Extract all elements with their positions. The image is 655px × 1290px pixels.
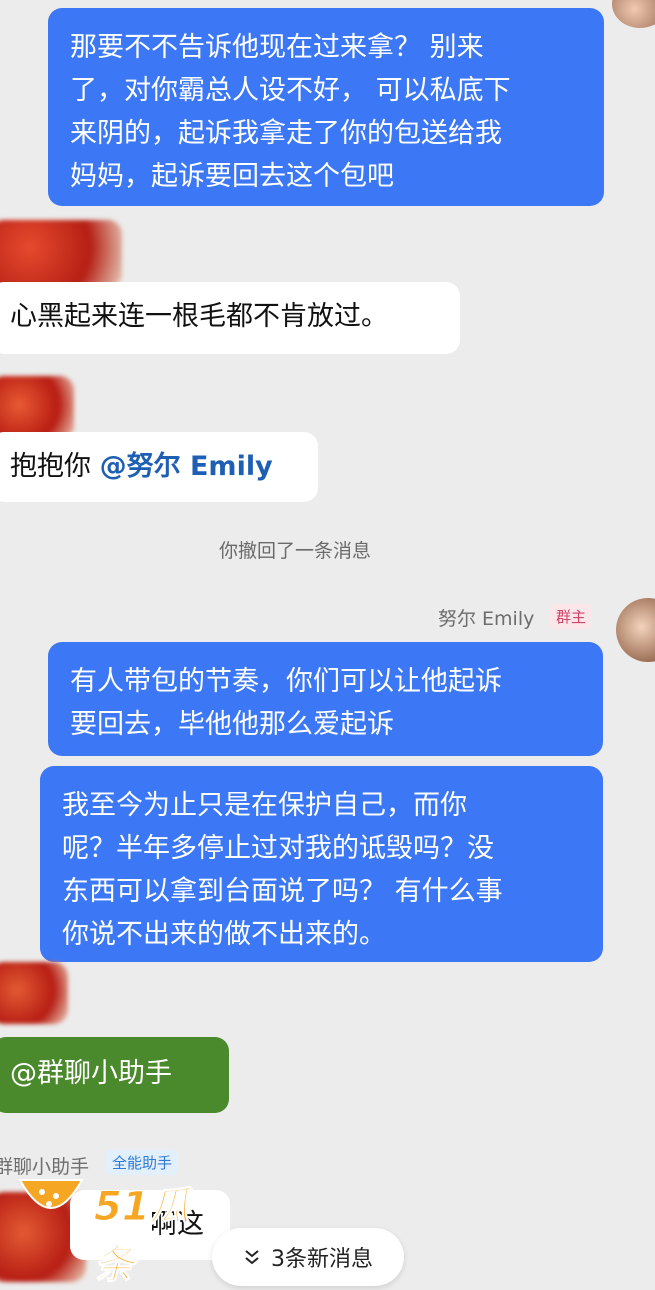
message-line: 你说不出来的做不出来的。 — [62, 919, 386, 950]
watermelon-logo-icon — [18, 1179, 84, 1209]
new-messages-button[interactable]: 3条新消息 — [212, 1228, 404, 1286]
new-messages-label: 3条新消息 — [271, 1247, 373, 1272]
recall-notice: 你撤回了一条消息 — [218, 540, 371, 562]
message-bubble-outgoing[interactable]: 有人带包的节奏，你们可以让他起诉 要回去，毕他他那么爱起诉 — [48, 642, 603, 756]
avatar-owner[interactable] — [616, 598, 655, 662]
message-line: 我至今为止只是在保护自己，而你 — [62, 790, 467, 821]
watermark-text: 51瓜条 — [94, 1184, 191, 1289]
message-line: 有人带包的节奏，你们可以让他起诉 — [70, 666, 502, 697]
mention-link[interactable]: @努尔 Emily — [100, 451, 273, 482]
message-bubble-mention[interactable]: @群聊小助手 — [0, 1037, 229, 1113]
message-line: 妈妈，起诉要回去这个包吧 — [70, 161, 394, 192]
message-bubble-incoming[interactable]: 心黑起来连一根毛都不肯放过。 — [0, 282, 460, 354]
message-line: 呢？半年多停止过对我的诋毁吗？没 — [62, 833, 494, 864]
message-line: 要回去，毕他他那么爱起诉 — [70, 709, 394, 740]
double-chevron-down-icon — [245, 1250, 259, 1265]
message-bubble-outgoing[interactable]: 那要不不告诉他现在过来拿？ 别来 了，对你霸总人设不好， 可以私底下 来阴的，起… — [48, 8, 604, 206]
avatar-sender[interactable] — [0, 220, 122, 288]
message-text[interactable]: @群聊小助手 — [10, 1058, 172, 1089]
message-text: 心黑起来连一根毛都不肯放过。 — [10, 301, 388, 332]
message-line: 来阴的，起诉我拿走了你的包送给我 — [70, 118, 502, 149]
message-line: 了，对你霸总人设不好， 可以私底下 — [70, 75, 511, 106]
sender-name: 努尔 Emily — [438, 608, 535, 630]
message-bubble-outgoing[interactable]: 我至今为止只是在保护自己，而你 呢？半年多停止过对我的诋毁吗？没 东西可以拿到台… — [40, 766, 603, 962]
message-line: 东西可以拿到台面说了吗？ 有什么事 — [62, 876, 503, 907]
owner-badge: 群主 — [550, 604, 593, 629]
message-text: 抱抱你 — [10, 451, 100, 482]
message-line: 那要不不告诉他现在过来拿？ 别来 — [70, 32, 484, 63]
avatar-sender[interactable] — [0, 376, 74, 440]
watermark-logo: 51瓜条 — [16, 1172, 226, 1289]
avatar-top[interactable] — [612, 0, 655, 28]
avatar-sender[interactable] — [0, 962, 68, 1024]
message-bubble-incoming[interactable]: 抱抱你 @努尔 Emily — [0, 432, 318, 502]
